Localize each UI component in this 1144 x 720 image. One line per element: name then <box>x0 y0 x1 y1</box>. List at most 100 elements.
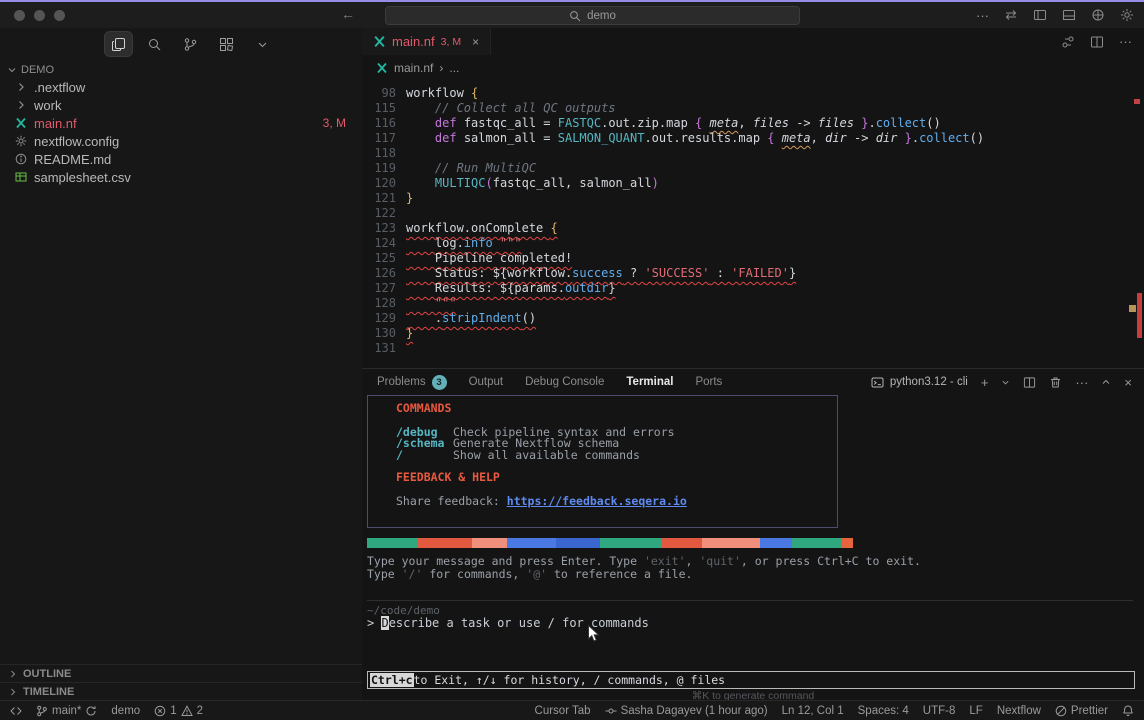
command-row: /Show all available commands <box>396 450 837 462</box>
panel-tab-debug-console[interactable]: Debug Console <box>515 369 614 395</box>
file-item-work[interactable]: work <box>0 96 362 114</box>
code-line-123[interactable]: 123workflow.onComplete { <box>362 221 1144 236</box>
rainbow-segment <box>662 538 702 548</box>
panel-tab-problems[interactable]: Problems3 <box>367 369 457 395</box>
terminal-dropdown-icon[interactable] <box>1001 378 1010 387</box>
code-line-119[interactable]: 119 // Run MultiQC <box>362 161 1144 176</box>
code-line-125[interactable]: 125 Pipeline completed! <box>362 251 1144 266</box>
indentation[interactable]: Spaces: 4 <box>858 705 909 717</box>
code-text: def fastqc_all = FASTQC.out.zip.map { me… <box>406 116 941 131</box>
file-item-nextflow.config[interactable]: nextflow.config <box>0 132 362 150</box>
outline-section-header[interactable]: OUTLINE <box>0 664 362 682</box>
rainbow-segment <box>507 538 556 548</box>
cursor-position[interactable]: Ln 12, Col 1 <box>782 705 844 717</box>
breadcrumb-file[interactable]: main.nf <box>394 61 433 75</box>
file-item-samplesheet.csv[interactable]: samplesheet.csv <box>0 168 362 186</box>
hint-line-2: Type '/' for commands, '@' to reference … <box>367 568 921 581</box>
search-icon <box>147 37 162 52</box>
code-line-127[interactable]: 127 Results: ${params.outdir} <box>362 281 1144 296</box>
terminal-input[interactable]: > Describe a task or use / for commands <box>367 616 649 630</box>
code-line-124[interactable]: 124 log.info """ <box>362 236 1144 251</box>
close-panel-icon[interactable]: × <box>1124 376 1132 389</box>
encoding[interactable]: UTF-8 <box>923 705 956 717</box>
code-line-131[interactable]: 131 <box>362 341 1144 356</box>
activity-extensions-button[interactable] <box>213 32 240 56</box>
code-line-98[interactable]: 98workflow { <box>362 86 1144 101</box>
line-number: 122 <box>362 206 406 221</box>
breadcrumb-symbol[interactable]: ... <box>449 61 459 75</box>
split-terminal-icon[interactable] <box>1023 376 1036 389</box>
git-branch-status[interactable]: main* <box>36 705 97 717</box>
code-line-121[interactable]: 121} <box>362 191 1144 206</box>
command-center-search[interactable]: demo <box>385 6 800 25</box>
panel-more-icon[interactable]: ··· <box>1075 376 1088 389</box>
chevron-right-icon <box>15 81 27 93</box>
feedback-link[interactable]: https://feedback.seqera.io <box>507 494 687 508</box>
activity-explorer-button[interactable] <box>105 32 132 56</box>
line-number: 131 <box>362 341 406 356</box>
cursor-tab-status[interactable]: Cursor Tab <box>535 705 591 717</box>
tab-modified-badge: 3, M <box>441 36 461 48</box>
navigate-back-button[interactable]: ← <box>341 6 355 22</box>
panel-tab-ports[interactable]: Ports <box>685 369 732 395</box>
rainbow-segment <box>842 538 853 548</box>
project-name[interactable]: demo <box>111 705 140 717</box>
code-line-126[interactable]: 126 Status: ${workflow.success ? 'SUCCES… <box>362 266 1144 281</box>
nextflow-icon <box>376 62 388 74</box>
file-item-main.nf[interactable]: main.nf3, M <box>0 114 362 132</box>
code-line-130[interactable]: 130} <box>362 326 1144 341</box>
panel-tab-label: Ports <box>695 376 722 388</box>
code-line-128[interactable]: 128 """ <box>362 296 1144 311</box>
notifications-bell[interactable] <box>1122 705 1134 717</box>
file-item-README.md[interactable]: README.md <box>0 150 362 168</box>
code-line-129[interactable]: 129 .stripIndent() <box>362 311 1144 326</box>
prettier-status[interactable]: Prettier <box>1055 705 1108 717</box>
minimize-window-button[interactable] <box>34 10 45 21</box>
kill-terminal-icon[interactable] <box>1049 376 1062 389</box>
maximize-panel-icon[interactable] <box>1101 377 1111 387</box>
activity-source-control-button[interactable] <box>177 32 204 56</box>
remote-indicator[interactable] <box>10 705 22 717</box>
close-window-button[interactable] <box>14 10 25 21</box>
language-mode[interactable]: Nextflow <box>997 705 1041 717</box>
tab-main-nf[interactable]: main.nf 3, M × <box>362 28 491 55</box>
rainbow-segment <box>792 538 842 548</box>
code-line-122[interactable]: 122 <box>362 206 1144 221</box>
window-controls <box>14 10 65 21</box>
maximize-window-button[interactable] <box>54 10 65 21</box>
customize-layout-icon[interactable] <box>1091 8 1105 22</box>
code-line-120[interactable]: 120 MULTIQC(fastqc_all, salmon_all) <box>362 176 1144 191</box>
editor-actions: ··· <box>1061 28 1132 55</box>
terminal-instance-selector[interactable]: python3.12 - cli <box>871 376 968 389</box>
toggle-panel-icon[interactable] <box>1062 8 1076 22</box>
toggle-primary-sidebar-icon[interactable] <box>1033 8 1047 22</box>
overview-ruler-error-strip <box>1137 293 1142 338</box>
file-item-.nextflow[interactable]: .nextflow <box>0 78 362 96</box>
code-line-117[interactable]: 117 def salmon_all = SALMON_QUANT.out.re… <box>362 131 1144 146</box>
editor-more-icon[interactable]: ··· <box>1119 35 1132 48</box>
code-line-118[interactable]: 118 <box>362 146 1144 161</box>
open-changes-icon[interactable] <box>1061 35 1075 49</box>
explorer-section-header[interactable]: DEMO <box>7 64 54 76</box>
eol-sequence[interactable]: LF <box>969 705 982 717</box>
window-more-icon[interactable]: ··· <box>976 9 989 22</box>
panel-tab-output[interactable]: Output <box>459 369 514 395</box>
panel-tab-terminal[interactable]: Terminal <box>616 369 683 395</box>
split-editor-icon[interactable] <box>1090 35 1104 49</box>
sync-arrows-icon[interactable] <box>1004 8 1018 22</box>
code-editor[interactable]: 98workflow {115 // Collect all QC output… <box>362 80 1144 368</box>
code-text: log.info """ <box>406 236 522 251</box>
close-tab-icon[interactable]: × <box>472 35 479 49</box>
timeline-section-header[interactable]: TIMELINE <box>0 682 362 700</box>
code-line-115[interactable]: 115 // Collect all QC outputs <box>362 101 1144 116</box>
code-line-116[interactable]: 116 def fastqc_all = FASTQC.out.zip.map … <box>362 116 1144 131</box>
new-terminal-icon[interactable]: + <box>981 376 989 389</box>
terminal-footer-hint: Ctrl+c to Exit, ↑/↓ for history, / comma… <box>367 671 1135 689</box>
panel-tab-label: Debug Console <box>525 376 604 388</box>
activity-more-button[interactable] <box>249 32 276 56</box>
footer-key: Ctrl+c <box>370 673 414 687</box>
activity-search-button[interactable] <box>141 32 168 56</box>
settings-gear-icon[interactable] <box>1120 8 1134 22</box>
problems-status[interactable]: 12 <box>154 705 203 717</box>
git-blame[interactable]: Sasha Dagayev (1 hour ago) <box>605 705 768 717</box>
